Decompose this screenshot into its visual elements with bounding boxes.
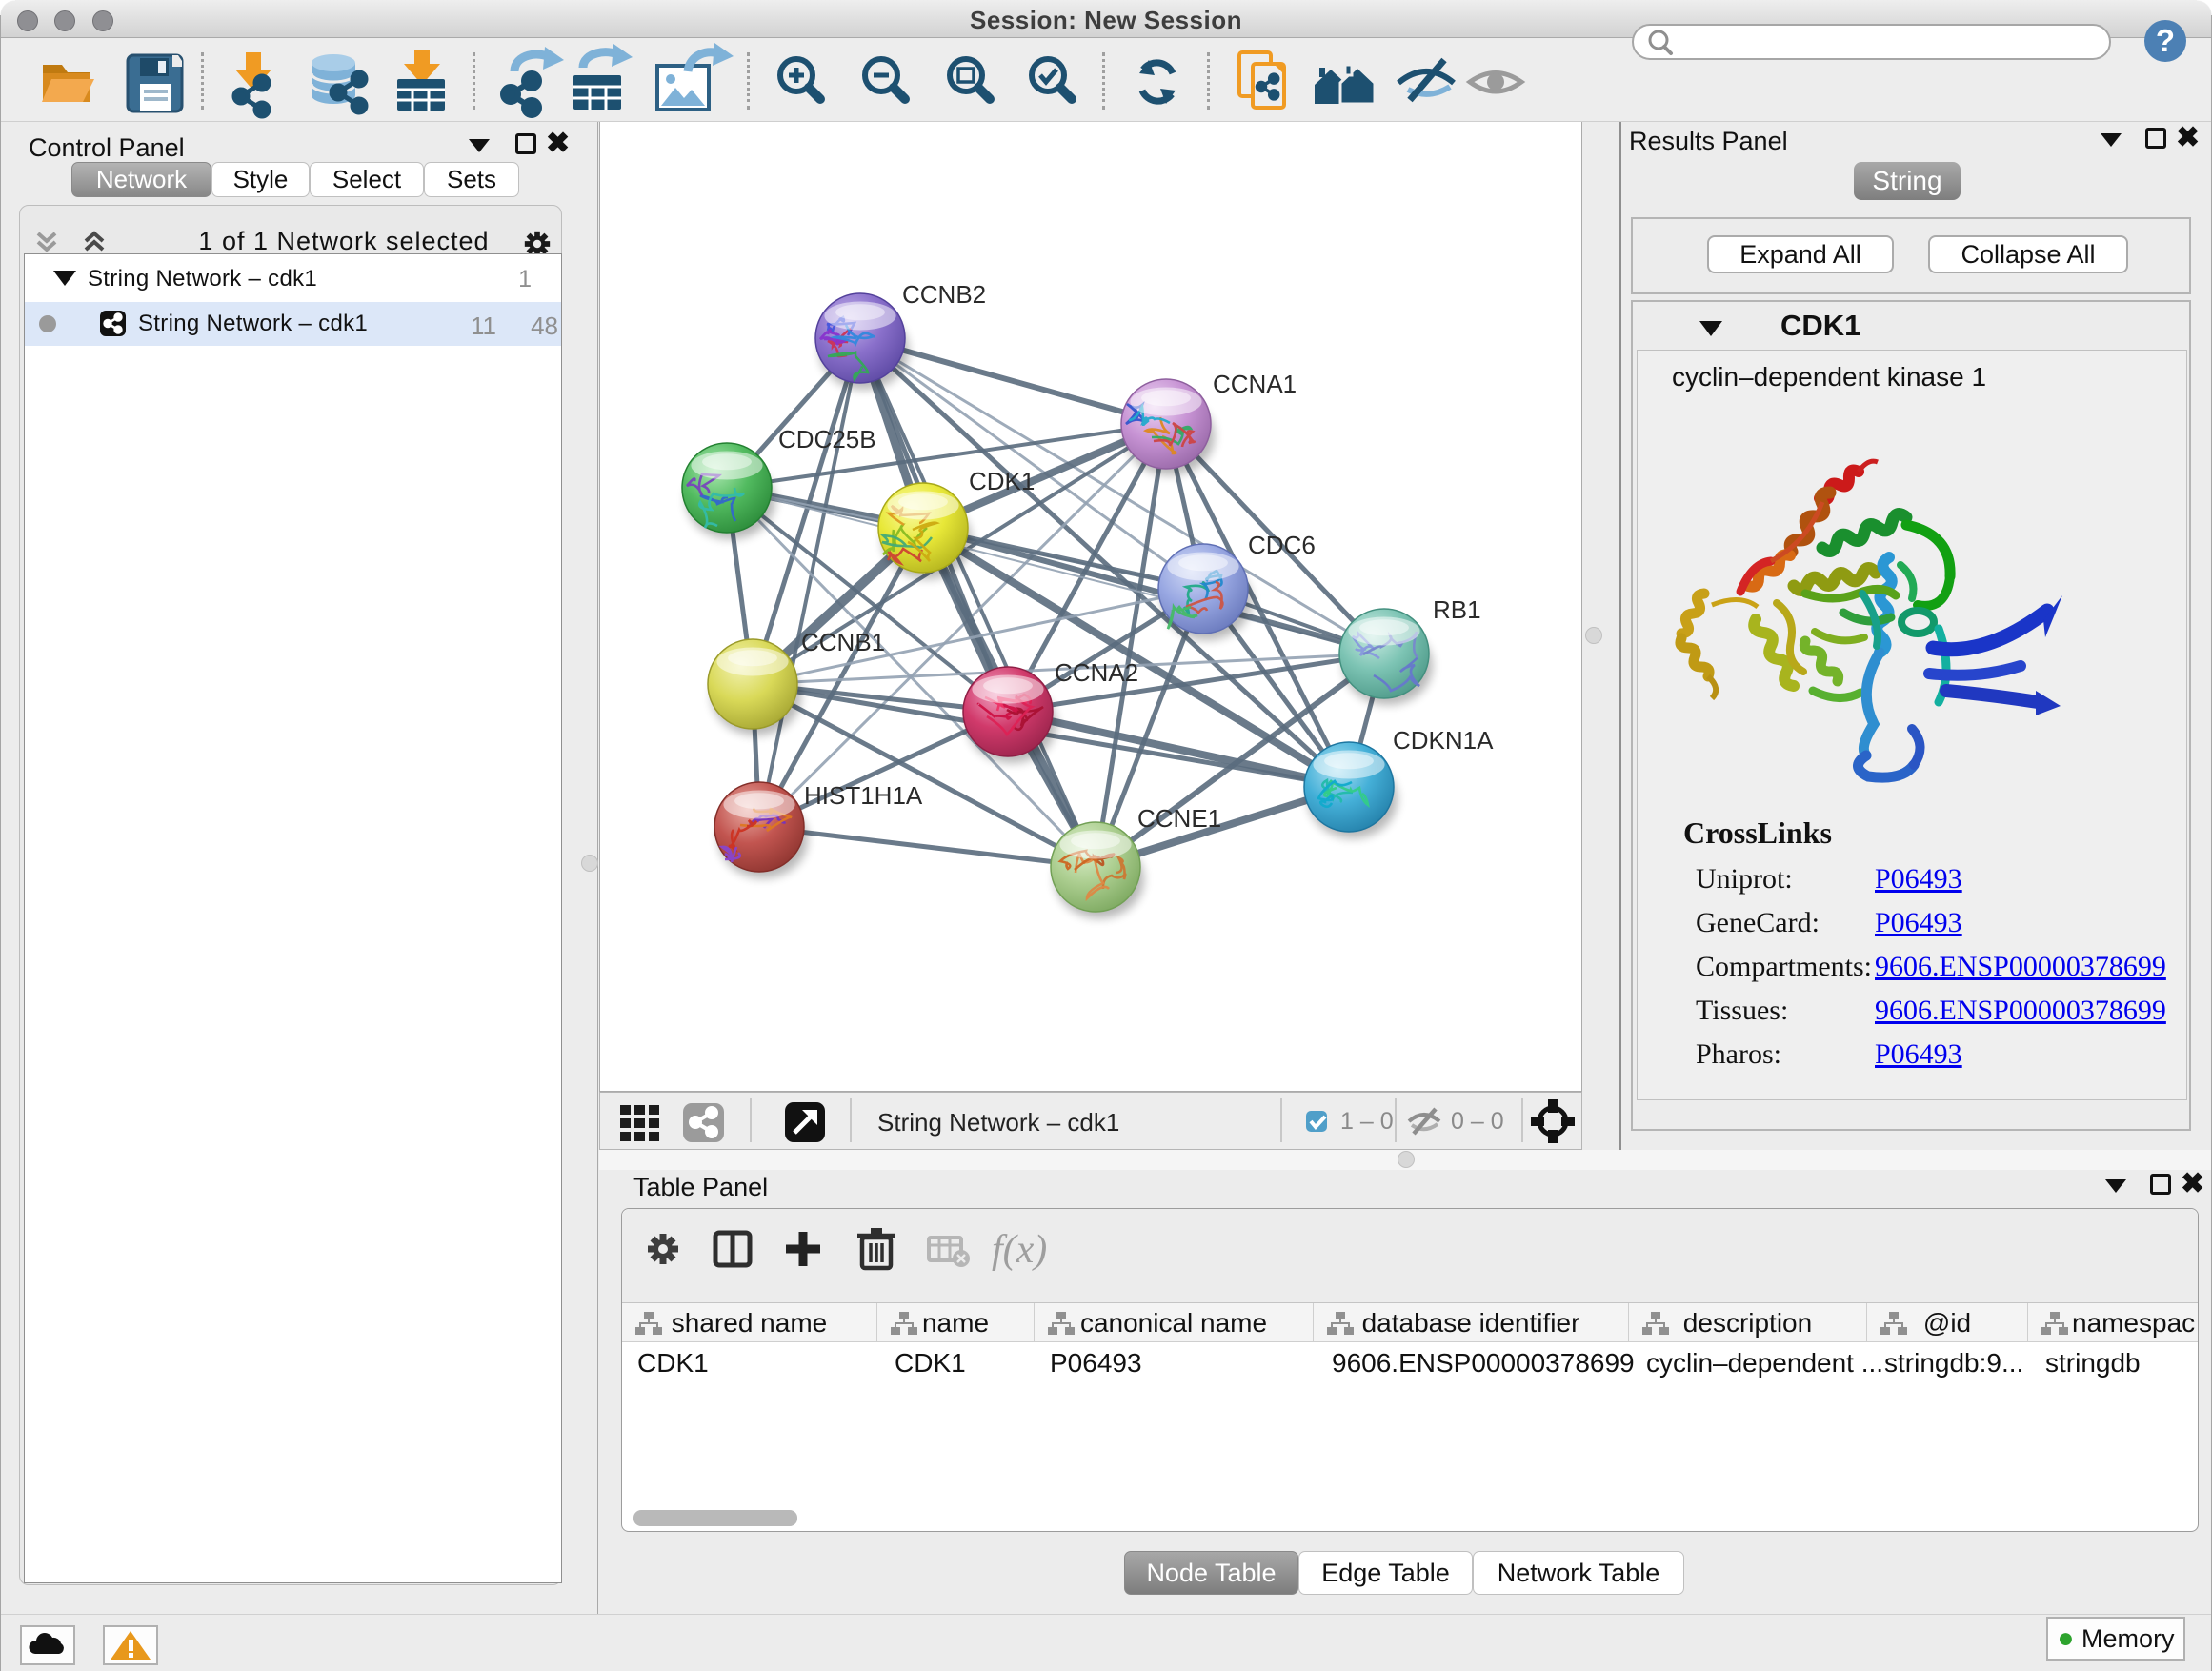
svg-text:CDKN1A: CDKN1A — [1393, 726, 1494, 755]
svg-text:CCNE1: CCNE1 — [1137, 804, 1221, 833]
svg-text:CDC6: CDC6 — [1248, 531, 1316, 559]
svg-text:RB1: RB1 — [1433, 595, 1481, 624]
svg-text:f(x): f(x) — [992, 1228, 1047, 1272]
svg-text:CCNA2: CCNA2 — [1055, 658, 1138, 687]
svg-text:CCNB2: CCNB2 — [902, 280, 986, 309]
svg-text:CDK1: CDK1 — [969, 467, 1035, 495]
svg-text:CDC25B: CDC25B — [778, 425, 876, 453]
svg-text:CCNB1: CCNB1 — [801, 628, 885, 656]
svg-text:CCNA1: CCNA1 — [1213, 370, 1297, 398]
svg-text:HIST1H1A: HIST1H1A — [804, 781, 923, 810]
